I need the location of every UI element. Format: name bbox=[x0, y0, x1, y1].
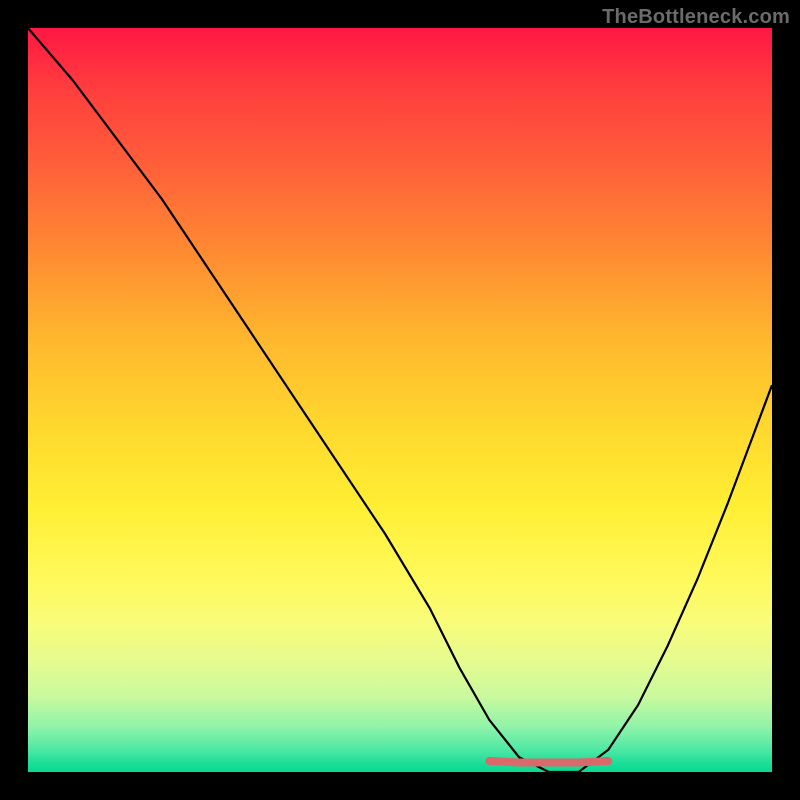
bottleneck-curve bbox=[28, 28, 772, 772]
chart-svg bbox=[28, 28, 772, 772]
watermark-text: TheBottleneck.com bbox=[602, 6, 790, 29]
plot-area bbox=[28, 28, 772, 772]
chart-container: TheBottleneck.com bbox=[0, 0, 800, 800]
optimal-zone-highlight bbox=[489, 761, 608, 763]
